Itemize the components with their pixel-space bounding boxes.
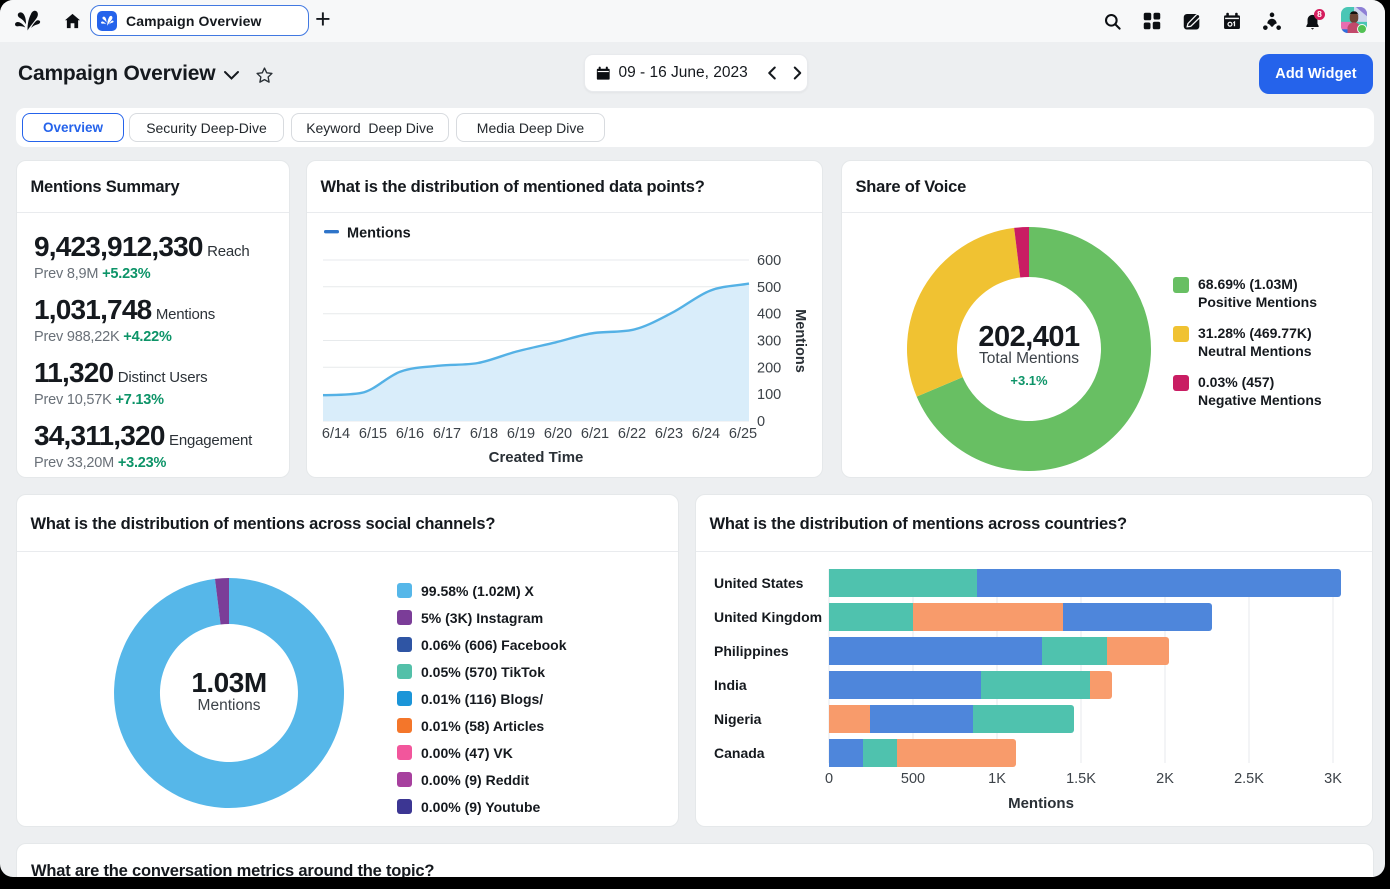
- svg-text:300: 300: [757, 334, 781, 350]
- svg-text:6/16: 6/16: [396, 426, 424, 442]
- svg-text:Created Time: Created Time: [489, 449, 584, 466]
- svg-text:6/19: 6/19: [507, 426, 535, 442]
- svg-text:Mentions: Mentions: [1008, 795, 1074, 812]
- svg-text:500: 500: [901, 771, 925, 787]
- svg-text:6/23: 6/23: [655, 426, 683, 442]
- svg-text:600: 600: [757, 253, 781, 269]
- svg-text:6/18: 6/18: [470, 426, 498, 442]
- svg-text:1.5K: 1.5K: [1066, 771, 1096, 787]
- svg-text:Mentions: Mentions: [792, 309, 808, 373]
- svg-text:6/25: 6/25: [729, 426, 757, 442]
- svg-text:6/15: 6/15: [359, 426, 387, 442]
- svg-text:6/24: 6/24: [692, 426, 720, 442]
- svg-text:2.5K: 2.5K: [1234, 771, 1264, 787]
- svg-text:400: 400: [757, 307, 781, 323]
- svg-text:6/22: 6/22: [618, 426, 646, 442]
- svg-text:200: 200: [757, 360, 781, 376]
- svg-text:3K: 3K: [1324, 771, 1342, 787]
- svg-text:Mentions: Mentions: [347, 226, 411, 242]
- svg-text:100: 100: [757, 387, 781, 403]
- svg-text:2K: 2K: [1156, 771, 1174, 787]
- svg-text:6/21: 6/21: [581, 426, 609, 442]
- svg-text:6/14: 6/14: [322, 426, 350, 442]
- svg-text:6/20: 6/20: [544, 426, 572, 442]
- svg-text:1K: 1K: [988, 771, 1006, 787]
- svg-text:6/17: 6/17: [433, 426, 461, 442]
- svg-text:0: 0: [825, 771, 833, 787]
- svg-text:500: 500: [757, 280, 781, 296]
- svg-text:0: 0: [757, 414, 765, 430]
